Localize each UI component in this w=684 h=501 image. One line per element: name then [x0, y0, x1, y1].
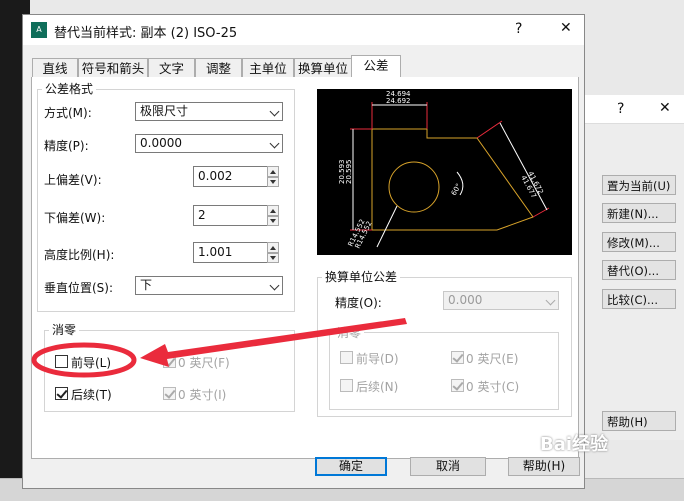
red-annotation: [31, 318, 407, 378]
arrow-icon: [140, 318, 407, 367]
watermark: Bai经验: [540, 434, 609, 455]
highlight-ellipse: [31, 342, 137, 378]
